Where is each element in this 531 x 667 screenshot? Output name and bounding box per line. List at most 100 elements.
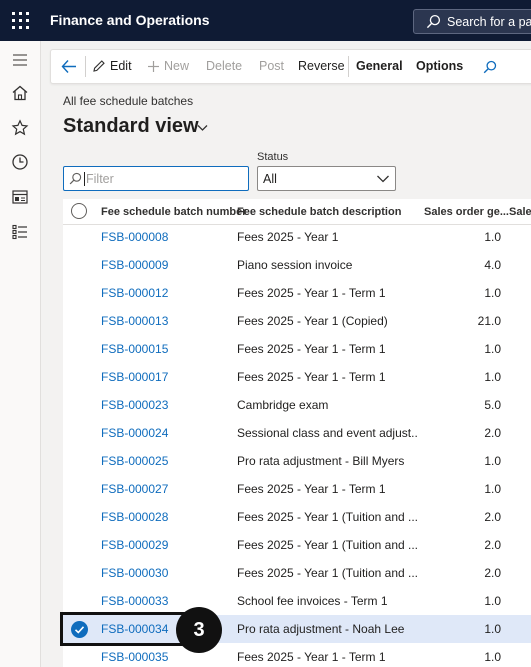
table-row[interactable]: FSB-000009 Piano session invoice 4.0 — [63, 251, 531, 279]
sales-order-generated-value: 1.0 — [484, 650, 501, 664]
status-value: All — [263, 172, 277, 186]
sales-order-generated-value: 1.0 — [484, 622, 501, 636]
app-title[interactable]: Finance and Operations — [50, 12, 209, 28]
star-icon[interactable] — [11, 119, 29, 137]
app-launcher-icon[interactable] — [12, 12, 29, 29]
batch-description: Fees 2025 - Year 1 - Term 1 — [237, 482, 386, 496]
sales-order-generated-value: 1.0 — [484, 370, 501, 384]
table-row[interactable]: FSB-000012 Fees 2025 - Year 1 - Term 1 1.0 — [63, 279, 531, 307]
grid-header: Fee schedule batch number Fee schedule b… — [63, 199, 531, 225]
batch-number-link[interactable]: FSB-000015 — [101, 335, 231, 363]
table-row[interactable]: FSB-000028 Fees 2025 - Year 1 (Tuition an… — [63, 503, 531, 531]
table-row[interactable]: FSB-000027 Fees 2025 - Year 1 - Term 1 1.0 — [63, 475, 531, 503]
batch-description: School fee invoices - Term 1 — [237, 594, 388, 608]
select-all-radio[interactable] — [71, 203, 87, 219]
batch-description: Fees 2025 - Year 1 — [237, 230, 339, 244]
chevron-down-icon[interactable] — [197, 124, 208, 132]
batch-number-link[interactable]: FSB-000012 — [101, 279, 231, 307]
toolbar-separator — [348, 56, 349, 77]
batch-number-link[interactable]: FSB-000013 — [101, 307, 231, 335]
column-header-sales[interactable]: Sales — [509, 206, 531, 218]
sales-order-generated-value: 4.0 — [484, 258, 501, 272]
batch-number-link[interactable]: FSB-000017 — [101, 363, 231, 391]
table-row[interactable]: FSB-000025 Pro rata adjustment - Bill Mye… — [63, 447, 531, 475]
batch-number-link[interactable]: FSB-000023 — [101, 391, 231, 419]
new-label: New — [164, 59, 190, 73]
search-icon[interactable] — [483, 60, 497, 74]
table-row[interactable]: FSB-000030 Fees 2025 - Year 1 (Tuition an… — [63, 559, 531, 587]
batch-number-link[interactable]: FSB-000030 — [101, 559, 231, 587]
toolbar-separator — [85, 56, 86, 77]
tab-options[interactable]: Options — [416, 50, 463, 83]
workspace-icon[interactable] — [11, 188, 29, 206]
sales-order-generated-value: 1.0 — [484, 482, 501, 496]
edit-label: Edit — [110, 59, 132, 73]
table-row[interactable]: FSB-000017 Fees 2025 - Year 1 - Term 1 1.0 — [63, 363, 531, 391]
sales-order-generated-value: 2.0 — [484, 566, 501, 580]
tab-general[interactable]: General — [356, 50, 403, 83]
batch-description: Pro rata adjustment - Bill Myers — [237, 454, 405, 468]
batch-description: Fees 2025 - Year 1 (Tuition and ... — [237, 566, 417, 580]
batch-number-link[interactable]: FSB-000025 — [101, 447, 231, 475]
annotation-highlight — [60, 612, 186, 646]
sales-order-generated-value: 1.0 — [484, 286, 501, 300]
table-row[interactable]: FSB-000035 Fees 2025 - Year 1 - Term 1 1.0 — [63, 643, 531, 667]
batch-description: Fees 2025 - Year 1 - Term 1 — [237, 370, 386, 384]
filter-input[interactable]: Filter — [63, 166, 249, 191]
batch-description: Pro rata adjustment - Noah Lee — [237, 622, 405, 636]
batch-number-link[interactable]: FSB-000029 — [101, 531, 231, 559]
batch-description: Piano session invoice — [237, 258, 353, 272]
sales-order-generated-value: 21.0 — [477, 314, 501, 328]
batch-description: Sessional class and event adjust... — [237, 426, 417, 440]
action-pane: Edit New Delete Post Reverse General Opt… — [50, 49, 531, 84]
batch-number-link[interactable]: FSB-000024 — [101, 419, 231, 447]
step-badge: 3 — [176, 607, 222, 653]
delete-button[interactable]: Delete — [206, 50, 242, 83]
status-label: Status — [257, 151, 289, 163]
sales-order-generated-value: 5.0 — [484, 398, 501, 412]
batch-description: Fees 2025 - Year 1 - Term 1 — [237, 286, 386, 300]
batch-number-link[interactable]: FSB-000009 — [101, 251, 231, 279]
column-header-sales-order-generated[interactable]: Sales order ge... — [424, 206, 509, 218]
sales-order-generated-value: 2.0 — [484, 538, 501, 552]
post-button[interactable]: Post — [259, 50, 284, 83]
back-arrow-icon[interactable] — [61, 59, 77, 74]
new-button[interactable]: New — [147, 50, 189, 83]
table-row[interactable]: FSB-000033 School fee invoices - Term 1 1.… — [63, 587, 531, 615]
text-caret — [84, 172, 85, 186]
column-header-batch-number[interactable]: Fee schedule batch number — [101, 206, 246, 218]
batch-description: Fees 2025 - Year 1 (Copied) — [237, 314, 388, 328]
navigation-rail — [0, 41, 41, 667]
batch-description: Cambridge exam — [237, 398, 329, 412]
batch-description: Fees 2025 - Year 1 - Term 1 — [237, 342, 386, 356]
column-header-batch-description[interactable]: Fee schedule batch description — [237, 206, 401, 218]
reverse-button[interactable]: Reverse — [298, 50, 345, 83]
table-row[interactable]: FSB-000029 Fees 2025 - Year 1 (Tuition an… — [63, 531, 531, 559]
top-bar: Finance and Operations Search for a page — [0, 0, 531, 41]
table-row[interactable]: FSB-000024 Sessional class and event adju… — [63, 419, 531, 447]
table-row[interactable]: FSB-000013 Fees 2025 - Year 1 (Copied) 21.… — [63, 307, 531, 335]
table-row[interactable]: FSB-000015 Fees 2025 - Year 1 - Term 1 1.0 — [63, 335, 531, 363]
global-search[interactable]: Search for a page — [413, 9, 531, 34]
list-icon[interactable] — [11, 223, 29, 241]
sales-order-generated-value: 1.0 — [484, 594, 501, 608]
table-row[interactable]: FSB-000008 Fees 2025 - Year 1 1.0 — [63, 223, 531, 251]
home-icon[interactable] — [11, 84, 29, 102]
table-row[interactable]: FSB-000023 Cambridge exam 5.0 — [63, 391, 531, 419]
hamburger-icon[interactable] — [11, 51, 29, 69]
batch-description: Fees 2025 - Year 1 (Tuition and ... — [237, 538, 417, 552]
plus-icon — [148, 61, 159, 72]
chevron-down-icon — [377, 175, 389, 183]
status-select[interactable]: All — [257, 166, 396, 191]
page-title[interactable]: Standard view — [63, 115, 199, 138]
batch-number-link[interactable]: FSB-000028 — [101, 503, 231, 531]
sales-order-generated-value: 1.0 — [484, 230, 501, 244]
breadcrumb: All fee schedule batches — [63, 94, 194, 108]
edit-button[interactable]: Edit — [92, 50, 132, 83]
search-icon — [69, 172, 82, 185]
clock-icon[interactable] — [11, 153, 29, 171]
sales-order-generated-value: 2.0 — [484, 510, 501, 524]
pencil-icon — [93, 60, 105, 72]
batch-number-link[interactable]: FSB-000008 — [101, 223, 231, 251]
batch-number-link[interactable]: FSB-000027 — [101, 475, 231, 503]
